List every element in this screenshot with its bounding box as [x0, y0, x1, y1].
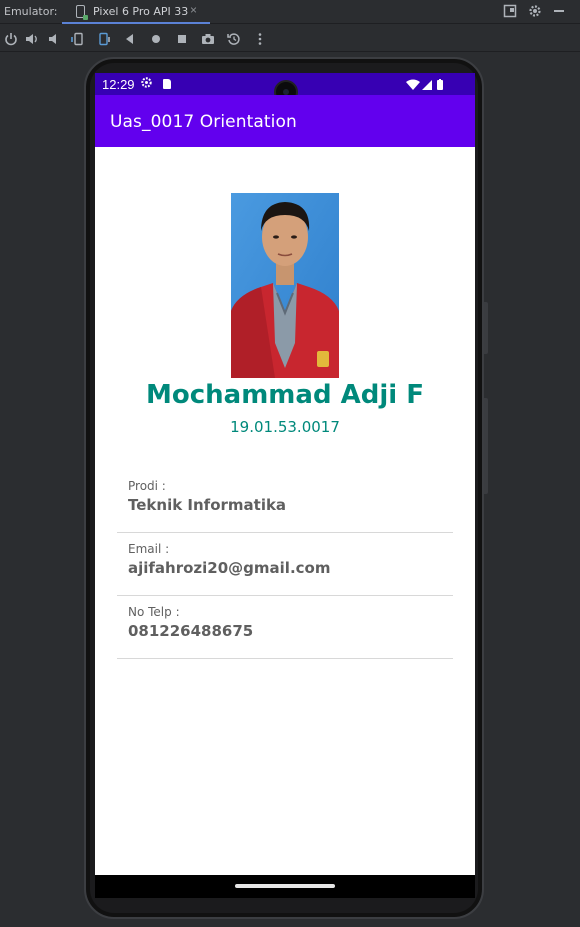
home-icon[interactable] [148, 31, 164, 47]
emulator-window-header: Emulator: Pixel 6 Pro API 33 × [0, 0, 580, 24]
device-power-button[interactable] [484, 302, 488, 354]
close-tab-icon[interactable]: × [190, 3, 197, 17]
wifi-icon [406, 79, 420, 90]
device-tab[interactable]: Pixel 6 Pro API 33 × [62, 0, 210, 24]
battery-icon [437, 79, 443, 90]
status-settings-icon [140, 76, 153, 92]
volume-up-icon[interactable] [24, 31, 40, 47]
device-icon [76, 5, 88, 20]
phone-label: No Telp : [128, 605, 180, 619]
snapshot-icon[interactable] [226, 31, 242, 47]
minimize-icon[interactable] [552, 4, 566, 18]
volume-down-icon[interactable] [46, 31, 62, 47]
back-icon[interactable] [122, 31, 138, 47]
more-icon[interactable] [252, 31, 268, 47]
profile-photo [231, 193, 339, 378]
prodi-label: Prodi : [128, 479, 166, 493]
signal-icon [422, 80, 432, 90]
overview-icon[interactable] [174, 31, 190, 47]
window-layout-icon[interactable] [503, 4, 517, 18]
app-title: Uas_0017 Orientation [110, 112, 297, 132]
status-time: 12:29 [102, 77, 135, 92]
phone-value: 081226488675 [128, 622, 254, 640]
power-icon[interactable] [3, 31, 19, 47]
emulator-label: Emulator: [4, 5, 58, 18]
info-row-email: Email : ajifahrozi20@gmail.com [117, 533, 453, 596]
settings-gear-icon[interactable] [528, 4, 542, 18]
profile-name: Mochammad Adji F [146, 380, 424, 410]
profile-nim: 19.01.53.0017 [230, 418, 340, 436]
screenshot-icon[interactable] [200, 31, 216, 47]
rotate-right-icon[interactable] [96, 31, 112, 47]
sd-card-icon [163, 79, 171, 89]
prodi-value: Teknik Informatika [128, 496, 287, 514]
device-volume-button[interactable] [484, 398, 488, 494]
emulator-toolbar [0, 25, 580, 52]
info-row-prodi: Prodi : Teknik Informatika [117, 470, 453, 533]
home-gesture-handle[interactable] [235, 884, 335, 888]
device-tab-label: Pixel 6 Pro API 33 [93, 5, 189, 18]
info-row-phone: No Telp : 081226488675 [117, 596, 453, 659]
device-screen[interactable]: 12:29 Uas_0017 Orientation Mochammad Adj… [95, 73, 475, 898]
rotate-left-icon[interactable] [70, 31, 86, 47]
navigation-bar [95, 875, 475, 898]
email-value: ajifahrozi20@gmail.com [128, 559, 331, 577]
app-bar: Uas_0017 Orientation [95, 95, 475, 147]
email-label: Email : [128, 542, 170, 556]
